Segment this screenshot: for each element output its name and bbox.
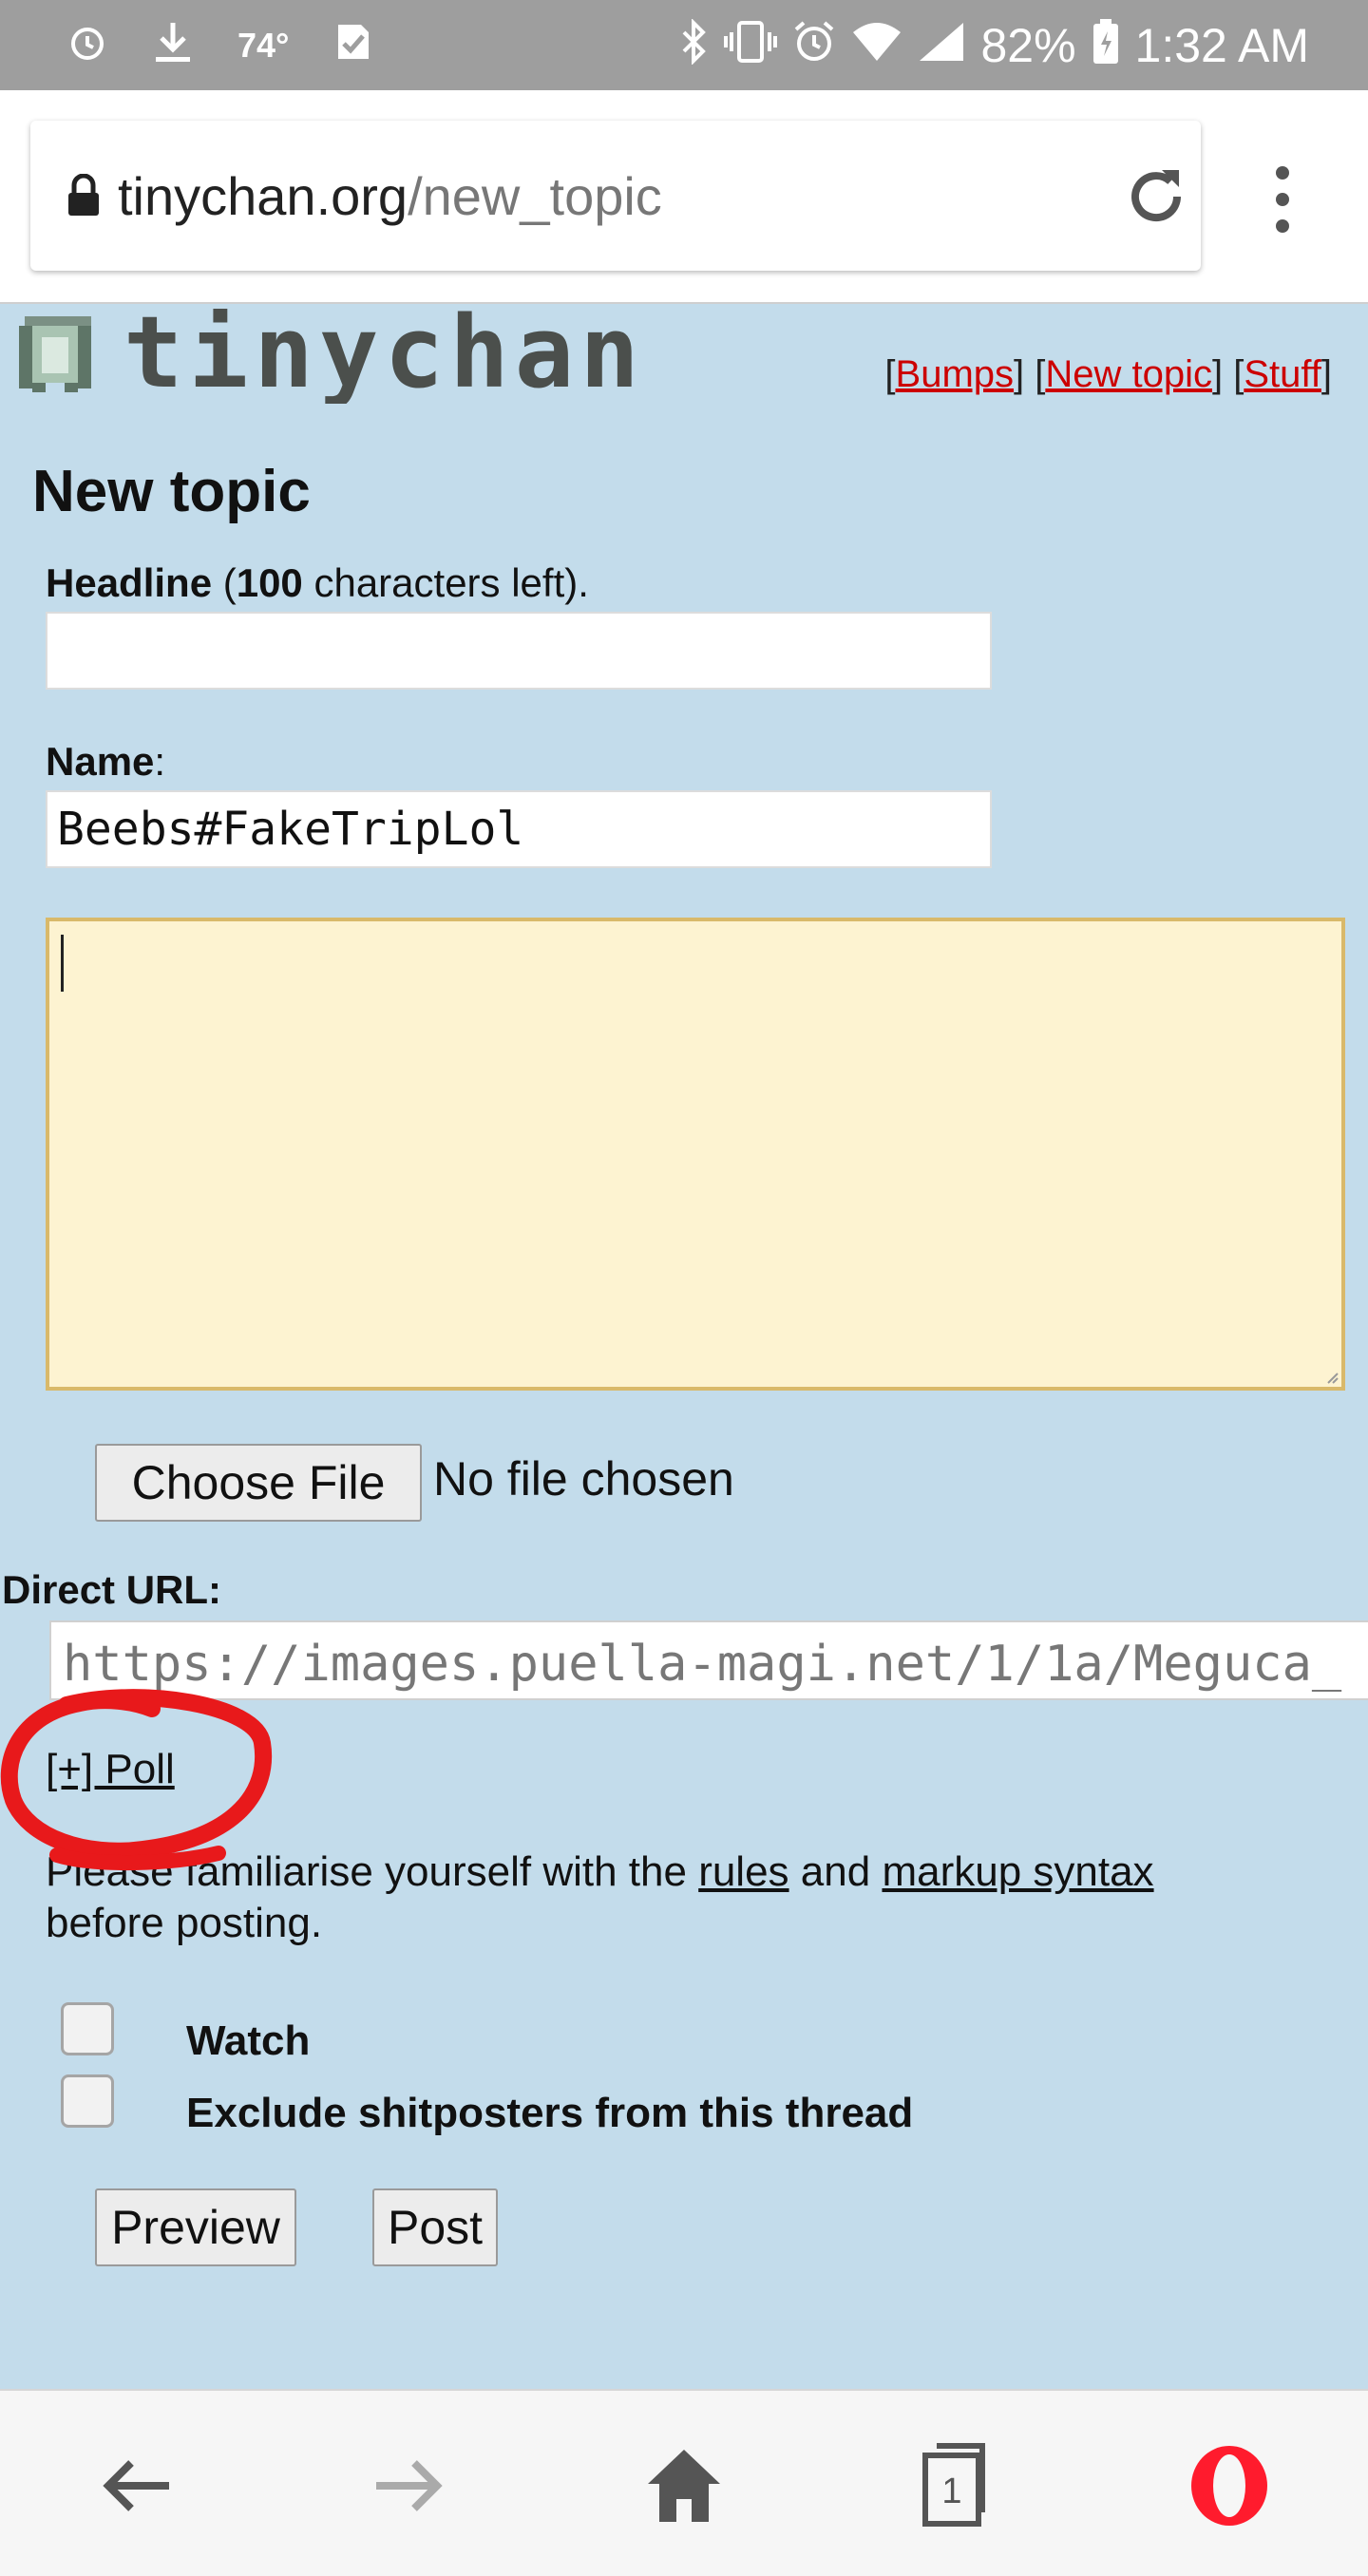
- nav-stuff-link[interactable]: Stuff: [1244, 353, 1321, 395]
- post-button[interactable]: Post: [372, 2188, 498, 2266]
- headline-input[interactable]: [46, 612, 992, 690]
- forward-arrow-icon[interactable]: [361, 2438, 456, 2533]
- nav-bumps-link[interactable]: Bumps: [896, 353, 1015, 395]
- browser-bottom-nav: 1: [0, 2389, 1368, 2576]
- red-annotation-circle: [0, 1689, 273, 1871]
- url-path: /new_topic: [408, 166, 662, 226]
- overflow-menu-icon[interactable]: [1264, 166, 1302, 242]
- direct-url-label: Direct URL:: [2, 1567, 222, 1612]
- temperature-text: 74°: [238, 26, 290, 65]
- rules-text-2: and: [800, 1848, 871, 1895]
- address-bar[interactable]: tinychan.org/new_topic: [30, 121, 1201, 271]
- rules-link[interactable]: rules: [698, 1848, 788, 1895]
- name-label: Name:: [46, 739, 166, 784]
- body-textarea[interactable]: [46, 918, 1345, 1391]
- download-icon: [152, 19, 194, 72]
- watch-label: Watch: [186, 2017, 311, 2064]
- text-cursor: [61, 935, 64, 992]
- tinychan-logo[interactable]: tinychan: [19, 294, 703, 410]
- headline-label: Headline (100 characters left).: [46, 560, 589, 605]
- exclude-shitposters-label: Exclude shitposters from this thread: [186, 2090, 914, 2136]
- back-arrow-icon[interactable]: [89, 2438, 184, 2533]
- svg-text:1: 1: [941, 2472, 961, 2511]
- tabs-icon[interactable]: 1: [908, 2438, 1003, 2533]
- reload-icon[interactable]: [1118, 159, 1194, 235]
- name-input[interactable]: [46, 790, 992, 868]
- opera-logo-icon[interactable]: [1182, 2438, 1277, 2533]
- alarm-icon: [792, 20, 836, 71]
- exclude-shitposters-checkbox[interactable]: [61, 2074, 114, 2128]
- markup-syntax-link[interactable]: markup syntax: [882, 1848, 1153, 1895]
- logo-text: tinychan: [124, 309, 645, 404]
- headline-chars-left: 100: [236, 560, 303, 605]
- clock-time: 1:32 AM: [1134, 19, 1309, 72]
- wifi-icon: [851, 21, 902, 70]
- choose-file-button[interactable]: Choose File: [95, 1444, 422, 1522]
- battery-percent: 82%: [980, 19, 1076, 72]
- no-file-text: No file chosen: [433, 1452, 734, 1506]
- browser-toolbar: tinychan.org/new_topic: [0, 90, 1368, 304]
- status-bar: 74° 82% 1:32 AM: [0, 0, 1368, 90]
- alarm-icon: [66, 21, 108, 70]
- checklist-icon: [332, 21, 374, 70]
- name-label-text: Name: [46, 739, 155, 784]
- resize-handle-icon[interactable]: [1326, 1372, 1340, 1385]
- headline-label-text: Headline: [46, 560, 213, 605]
- signal-icon: [918, 21, 965, 70]
- battery-icon: [1092, 18, 1120, 73]
- top-nav: [Bumps] [New topic] [Stuff]: [884, 353, 1332, 395]
- bluetooth-icon: [680, 18, 709, 72]
- vibrate-icon: [724, 19, 778, 72]
- headline-suffix: characters left).: [314, 560, 589, 605]
- home-icon[interactable]: [636, 2438, 732, 2533]
- url-text[interactable]: tinychan.org/new_topic: [118, 161, 662, 233]
- watch-checkbox[interactable]: [61, 2002, 114, 2055]
- url-host: tinychan.org: [118, 166, 408, 226]
- lock-icon: [66, 173, 101, 218]
- preview-button[interactable]: Preview: [95, 2188, 296, 2266]
- rules-text-3: before posting.: [46, 1900, 323, 1946]
- nav-new-topic-link[interactable]: New topic: [1045, 353, 1212, 395]
- page-title: New topic: [32, 459, 311, 524]
